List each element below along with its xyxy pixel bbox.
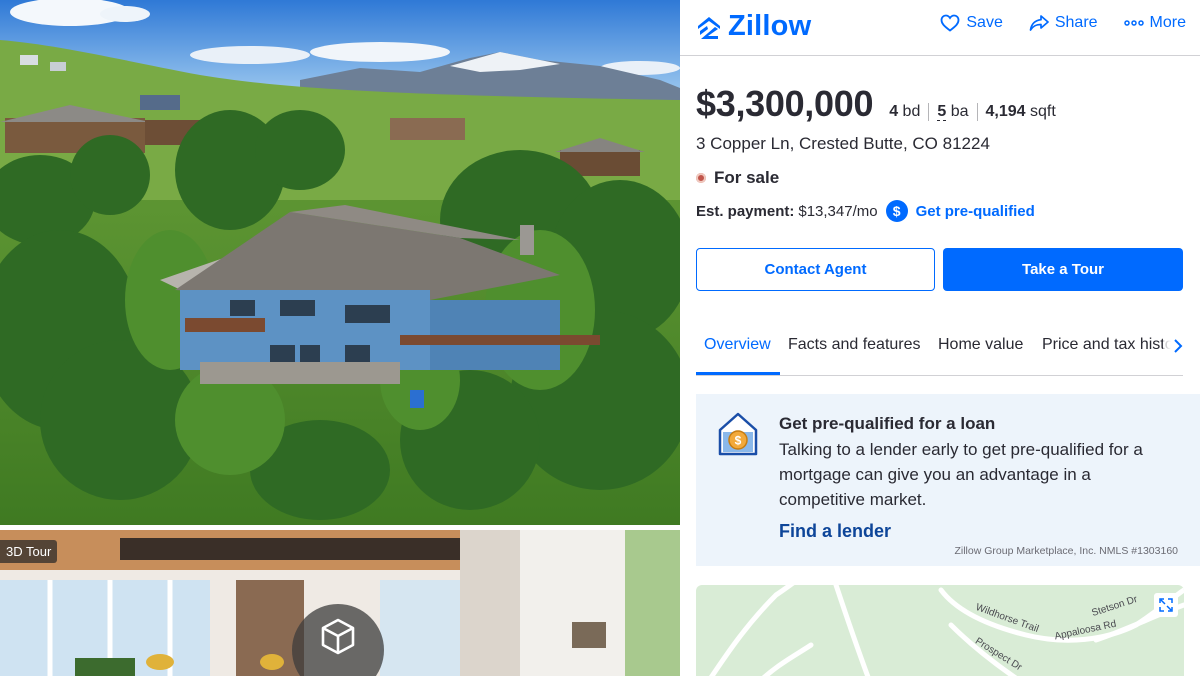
contact-agent-button[interactable]: Contact Agent (696, 248, 935, 291)
beds-fact: 4 bd (889, 103, 928, 121)
cube-icon (321, 618, 355, 655)
baths-value: 5 (937, 103, 947, 121)
prequalify-promo-card: $ Get pre-qualified for a loan Talking t… (696, 394, 1200, 566)
location-map[interactable]: Wildhorse Trail Stetson Dr Appaloosa Rd … (696, 585, 1184, 676)
more-button[interactable]: More (1123, 14, 1186, 32)
more-label: More (1149, 14, 1186, 31)
status-label: For sale (714, 168, 780, 187)
tab-overview[interactable]: Overview (704, 336, 771, 354)
svg-text:$: $ (735, 434, 742, 448)
sqft-value: 4,194 (985, 103, 1026, 120)
active-tab-indicator (696, 372, 780, 375)
share-icon (1029, 15, 1049, 31)
find-a-lender-link[interactable]: Find a lender (779, 521, 891, 542)
baths-fact[interactable]: 5 ba (928, 103, 976, 121)
tab-price-and-tax-history[interactable]: Price and tax history (1042, 336, 1183, 354)
3d-tour-badge: 3D Tour (0, 540, 58, 563)
zillow-logo[interactable]: Zillow (696, 10, 811, 43)
map-expand-button[interactable] (1154, 593, 1178, 617)
zillow-logo-icon (698, 16, 720, 39)
listing-details-panel: Zillow Save Share More $3,300,000 4 bd 5… (680, 0, 1200, 676)
status-dot-icon (696, 173, 706, 183)
tab-facts-and-features[interactable]: Facts and features (788, 336, 921, 354)
panel-header: Zillow Save Share More (680, 0, 1200, 56)
price-row: $3,300,000 4 bd 5 ba 4,194 sqft (696, 83, 1064, 125)
share-button[interactable]: Share (1029, 14, 1098, 32)
tab-home-value[interactable]: Home value (938, 336, 1023, 354)
listing-status: For sale (696, 168, 779, 188)
beds-unit: bd (902, 103, 921, 120)
listing-price: $3,300,000 (696, 83, 874, 124)
sqft-unit: sqft (1030, 103, 1056, 120)
promo-title: Get pre-qualified for a loan (779, 414, 996, 433)
chevron-right-icon (1174, 339, 1183, 353)
nmls-disclaimer: Zillow Group Marketplace, Inc. NMLS #130… (954, 545, 1178, 557)
more-icon (1123, 20, 1144, 26)
save-button[interactable]: Save (940, 14, 1003, 32)
share-label: Share (1054, 14, 1098, 31)
dollar-icon: $ (885, 200, 908, 222)
main-listing-photo[interactable] (0, 0, 680, 525)
bed-bath-sqft: 4 bd 5 ba 4,194 sqft (889, 103, 1064, 121)
get-prequalified-link[interactable]: Get pre-qualified (916, 203, 1035, 220)
zillow-logo-text: Zillow (728, 10, 812, 42)
promo-body: Talking to a lender early to get pre-qua… (779, 440, 1143, 509)
photo-gallery: 3D Tour (0, 0, 680, 676)
beds-value: 4 (889, 103, 899, 120)
payment-value[interactable]: $13,347/mo (798, 203, 877, 220)
take-a-tour-button[interactable]: Take a Tour (943, 248, 1183, 291)
tabs-scroll-right-button[interactable] (1163, 334, 1183, 358)
details-tabs: Overview Facts and features Home value P… (696, 320, 1183, 376)
heart-icon (940, 14, 960, 32)
expand-icon (1159, 598, 1173, 612)
sqft-fact: 4,194 sqft (976, 103, 1064, 121)
estimated-payment: Est. payment: $13,347/mo $ Get pre-quali… (696, 200, 1035, 222)
listing-address: 3 Copper Ln, Crested Butte, CO 81224 (696, 134, 990, 153)
baths-unit: ba (950, 103, 969, 120)
house-dollar-icon: $ (718, 412, 758, 456)
header-actions: Save Share More (940, 14, 1186, 32)
payment-label: Est. payment: (696, 202, 795, 220)
save-label: Save (966, 14, 1003, 31)
